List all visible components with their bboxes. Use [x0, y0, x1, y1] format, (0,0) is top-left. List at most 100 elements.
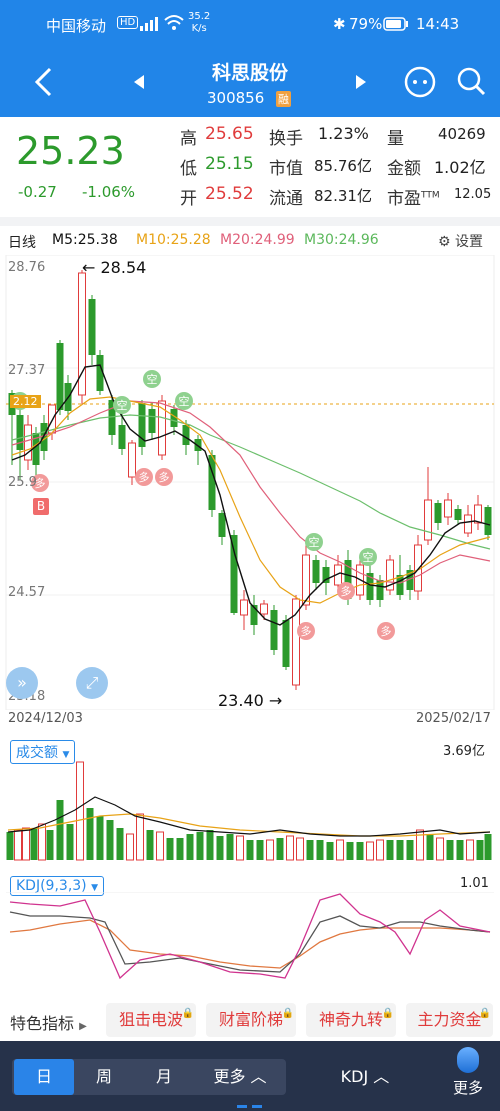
feature-wealth-ladder[interactable]: 财富阶梯 🔒 — [206, 1003, 296, 1037]
open-value: 25.52 — [205, 184, 254, 204]
low-label: 低 — [180, 159, 197, 179]
price-change-percent: -1.06% — [82, 183, 136, 201]
lock-icon: 🔒 — [281, 1008, 294, 1019]
bluetooth-icon: ✱ — [333, 15, 346, 33]
back-icon[interactable] — [32, 66, 56, 98]
more-button[interactable]: 更多 — [444, 1047, 492, 1107]
margin-badge: 融 — [276, 91, 291, 107]
tab-day[interactable]: 日 — [14, 1059, 74, 1095]
svg-text:多: 多 — [341, 584, 352, 598]
feature-label: 狙击电波 — [118, 1010, 183, 1029]
price-axis-3: 25.9 — [8, 475, 37, 490]
ma20-value: M20:24.99 — [220, 232, 295, 248]
low-annotation: 23.40 → — [218, 691, 283, 710]
kdj-max: 1.01 — [460, 876, 489, 891]
hd-badge: HD — [117, 16, 139, 29]
fullscreen-icon[interactable]: ⤢ — [76, 667, 108, 699]
kdj-chart — [0, 892, 500, 988]
svg-text:多: 多 — [301, 624, 312, 638]
feature-magic-nine[interactable]: 神奇九转 🔒 — [306, 1003, 396, 1037]
mktcap-value: 85.76亿 — [314, 157, 372, 175]
net-speed: 35.2 K/s — [188, 11, 210, 35]
tab-month[interactable]: 月 — [134, 1059, 194, 1095]
layers-icon — [457, 1047, 479, 1073]
period-label: 日线 — [8, 235, 36, 251]
lock-icon: 🔒 — [181, 1008, 194, 1019]
amount-label: 金额 — [387, 159, 421, 179]
price-change: -0.27 — [18, 183, 57, 201]
pe-value: 12.05 — [454, 187, 492, 202]
volume-indicator-label: 成交额 — [16, 745, 58, 761]
price-axis-top: 28.76 — [8, 260, 46, 275]
date-start: 2024/12/03 — [8, 711, 83, 726]
next-stock-icon[interactable] — [354, 74, 368, 94]
svg-text:多: 多 — [381, 624, 392, 638]
feature-main-funds[interactable]: 主力资金 🔒 — [406, 1003, 493, 1037]
page-indicator-dot — [237, 1105, 247, 1108]
svg-text:空: 空 — [117, 398, 128, 412]
turnover-value: 1.23% — [318, 124, 369, 143]
turnover-label: 换手 — [269, 129, 303, 149]
float-label: 流通 — [269, 189, 303, 209]
divider — [0, 217, 500, 226]
svg-text:空: 空 — [363, 550, 374, 564]
feature-sniper-wave[interactable]: 狙击电波 🔒 — [106, 1003, 196, 1037]
open-label: 开 — [180, 189, 197, 209]
svg-text:多: 多 — [159, 470, 170, 484]
indicator-select[interactable]: KDJ ︿ — [330, 1059, 400, 1095]
buy-point-marker: B — [33, 498, 49, 515]
tab-more-period[interactable]: 更多 ︿ — [196, 1059, 284, 1095]
wifi-icon — [164, 14, 184, 32]
settings-label: 设置 — [455, 234, 484, 250]
expand-icon[interactable]: » — [6, 667, 38, 699]
status-bar: 中国移动 HD 35.2 K/s ✱ 79% 14:43 — [0, 0, 500, 46]
search-icon[interactable] — [456, 66, 488, 102]
stock-name: 科思股份 — [211, 62, 288, 84]
prev-stock-icon[interactable] — [132, 74, 146, 94]
clock: 14:43 — [416, 15, 460, 33]
features-label: 特色指标 ▶ — [10, 1010, 87, 1034]
high-annotation-value: 28.54 — [100, 258, 147, 277]
quote-panel: 25.23 -0.27 -1.06% 高 25.65 低 25.15 开 25.… — [0, 117, 500, 217]
volume-label: 量 — [387, 129, 404, 149]
mktcap-label: 市值 — [269, 159, 303, 179]
high-value: 25.65 — [205, 124, 254, 144]
volume-chart — [0, 760, 500, 864]
svg-text:空: 空 — [309, 535, 320, 549]
features-label-text: 特色指标 — [10, 1014, 75, 1033]
tab-week[interactable]: 周 — [74, 1059, 134, 1095]
price-axis-2: 27.37 — [8, 363, 46, 378]
stock-code: 300856 — [207, 89, 265, 107]
chat-icon[interactable] — [404, 66, 436, 102]
pe-label-text: 市盈 — [387, 189, 421, 209]
settings-button[interactable]: ⚙ 设置 — [438, 231, 483, 251]
lock-icon: 🔒 — [381, 1008, 394, 1019]
ma5-value: M5:25.38 — [52, 232, 118, 248]
more-label: 更多 — [452, 1079, 483, 1097]
feature-label: 神奇九转 — [318, 1010, 383, 1029]
volume-value: 40269 — [438, 125, 486, 143]
ma30-value: M30:24.96 — [304, 232, 379, 248]
gear-icon: ⚙ — [438, 234, 451, 250]
indicator-label: KDJ — [340, 1067, 369, 1086]
pe-ttm: TTM — [421, 190, 440, 201]
price-axis-4: 24.57 — [8, 585, 46, 600]
battery-percent: 79% — [349, 15, 383, 33]
battery-icon — [383, 16, 409, 35]
price-tag: 2.12 — [10, 395, 41, 408]
top-header: 中国移动 HD 35.2 K/s ✱ 79% 14:43 科思股份 300856… — [0, 0, 500, 117]
pe-label: 市盈TTM — [387, 184, 440, 209]
high-annotation: ← 28.54 — [82, 258, 147, 277]
volume-max: 3.69亿 — [443, 744, 485, 759]
svg-text:多: 多 — [139, 470, 150, 484]
chevron-up-icon: ︿ — [373, 1067, 390, 1086]
net-speed-value: 35.2 — [188, 11, 211, 22]
float-value: 82.31亿 — [314, 187, 372, 205]
candlestick-chart[interactable]: 空多空空空多多空空多多多 28.76 27.37 25.9 24.57 23.1… — [0, 255, 500, 710]
net-speed-unit: K/s — [191, 23, 207, 34]
svg-text:空: 空 — [147, 372, 158, 386]
lock-icon: 🔒 — [478, 1008, 491, 1019]
ma10-value: M10:25.28 — [136, 232, 211, 248]
carrier-name: 中国移动 — [46, 17, 107, 35]
page-indicator-dot — [252, 1105, 262, 1108]
